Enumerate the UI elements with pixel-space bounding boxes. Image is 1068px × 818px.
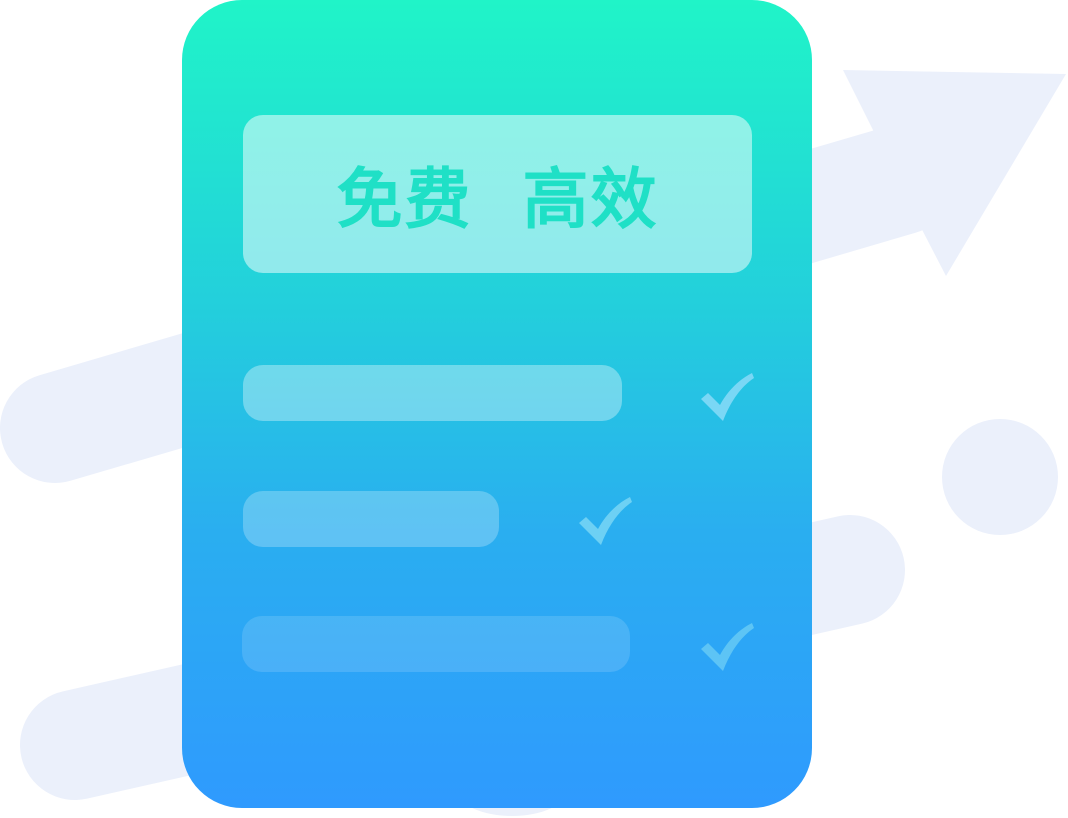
illustration: 免费 高效 — [0, 0, 1068, 818]
checklist-bar — [243, 365, 622, 421]
checklist-bar — [243, 491, 499, 547]
check-icon — [701, 373, 754, 421]
title-banner: 免费 高效 — [243, 115, 752, 273]
banner-title: 免费 高效 — [336, 161, 659, 238]
check-icon — [701, 623, 754, 671]
circle-dot-icon — [942, 419, 1058, 535]
checklist-bar — [242, 616, 630, 672]
feature-card: 免费 高效 — [182, 0, 812, 808]
check-icon — [579, 497, 632, 545]
